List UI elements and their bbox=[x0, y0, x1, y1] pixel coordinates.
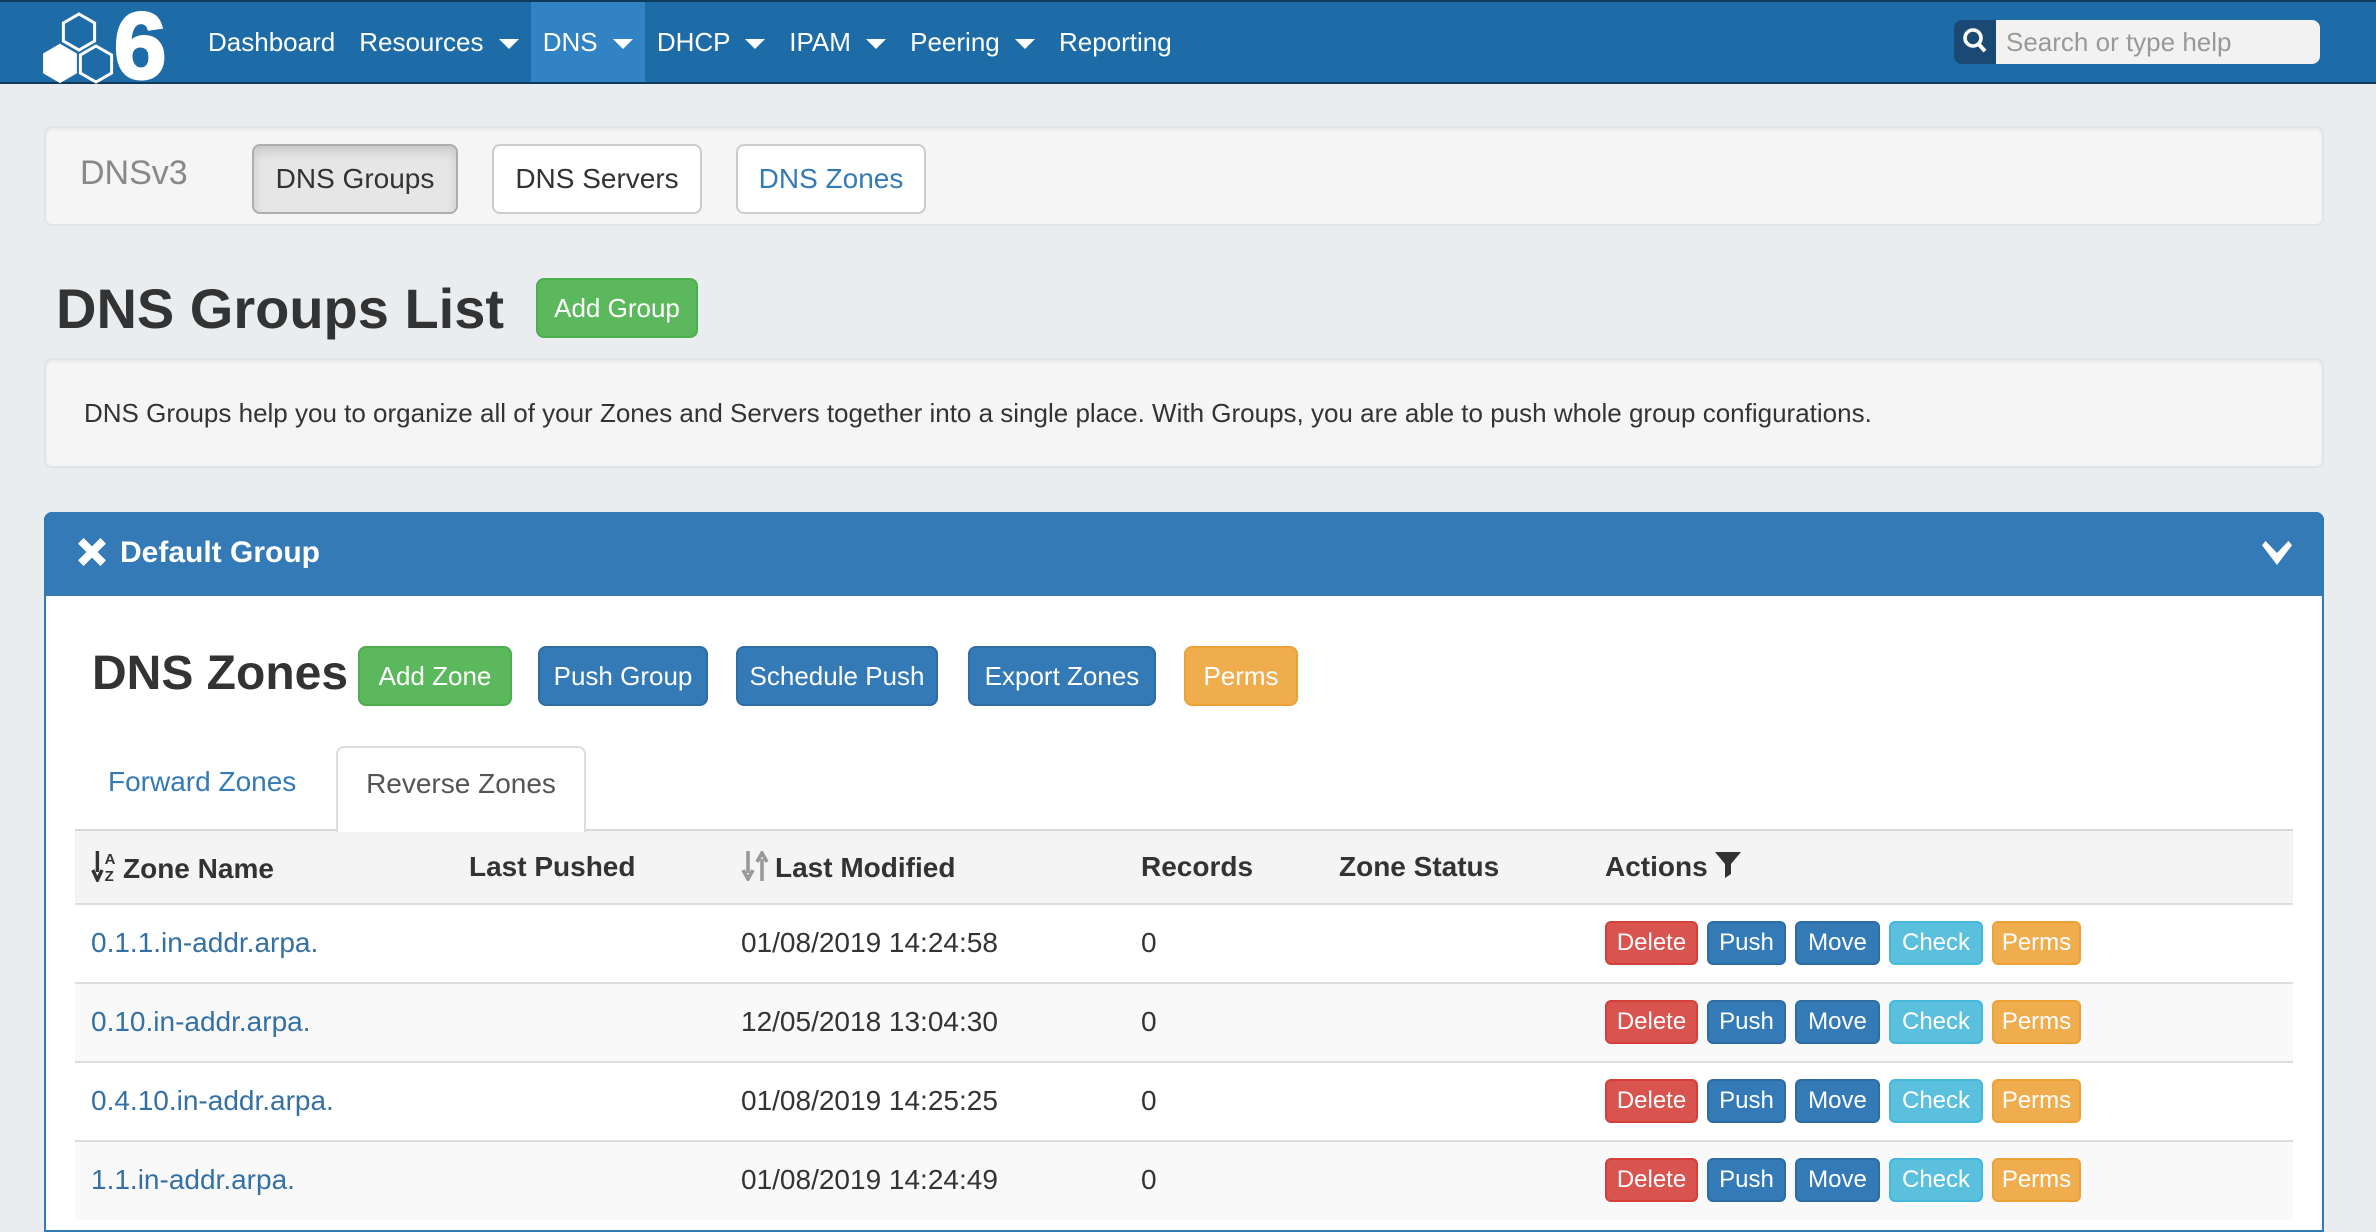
svg-text:A: A bbox=[105, 851, 116, 868]
svg-text:Z: Z bbox=[105, 868, 114, 882]
